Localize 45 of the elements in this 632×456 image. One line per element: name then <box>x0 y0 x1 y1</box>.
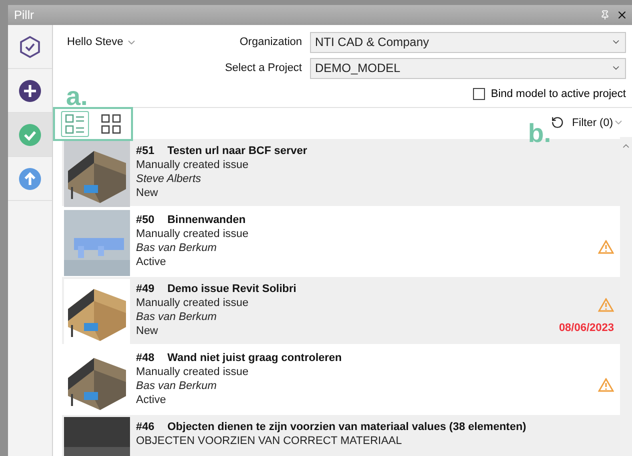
issue-author: Bas van Berkum <box>136 242 218 254</box>
issue-title: Objecten dienen te zijn voorzien van materiaal values (38 elementen) <box>167 421 526 433</box>
issue-number: #51 <box>136 145 154 157</box>
issue-title: Demo issue Revit Solibri <box>167 283 296 295</box>
scrollbar[interactable] <box>620 137 632 456</box>
bind-checkbox[interactable] <box>472 88 485 100</box>
list-view-icon <box>65 114 85 134</box>
due-date: 08/06/2023 <box>558 322 614 334</box>
issue-description: Manually created issue <box>136 159 250 171</box>
issue-number: #46 <box>136 421 154 433</box>
add-icon[interactable] <box>19 80 41 102</box>
issue-number: #50 <box>136 214 154 226</box>
issue-number: #49 <box>136 283 154 295</box>
annotation-label: a. <box>66 83 88 109</box>
issue-number: #48 <box>136 352 154 364</box>
refresh-icon[interactable] <box>551 116 564 129</box>
issue-row[interactable]: #46 Objecten dienen te zijn voorzien van materiaal values (38 elementen) OBJECTEN VOORZIEN VAN CORRECT MATERIAAL <box>62 415 620 456</box>
filter-button[interactable]: Filter (0) <box>572 116 613 128</box>
issue-status: Active <box>136 256 167 268</box>
hexagon-check-icon[interactable] <box>20 36 40 58</box>
bind-label: Bind model to active project <box>490 88 626 100</box>
organization-select[interactable]: NTI CAD & Company <box>310 32 626 52</box>
issue-description: Manually created issue <box>136 297 250 309</box>
issue-status: New <box>136 187 160 199</box>
issue-description: Manually created issue <box>136 228 250 240</box>
window-title: Pillr <box>14 8 35 22</box>
issue-author: Steve Alberts <box>136 173 202 185</box>
close-icon[interactable] <box>616 9 628 21</box>
grid-view-icon <box>101 114 121 134</box>
issue-title: Wand niet juist graag controleren <box>167 352 342 364</box>
project-label: Select a Project <box>224 62 302 74</box>
issue-title: Binnenwanden <box>167 214 246 226</box>
check-circle-icon[interactable] <box>19 124 41 146</box>
project-select[interactable]: DEMO_MODEL <box>310 58 626 78</box>
issue-row[interactable]: #49 Demo issue Revit Solibri Manually created issue Bas van Berkum New 08/06/2023 <box>62 277 620 344</box>
greeting-menu[interactable]: Hello Steve <box>67 36 217 48</box>
issue-status: Active <box>136 394 167 406</box>
issue-title: Testen url naar BCF server <box>167 145 308 157</box>
organization-label: Organization <box>238 36 302 48</box>
issue-author: Bas van Berkum <box>136 380 218 392</box>
issue-description: Manually created issue <box>136 366 250 378</box>
upload-icon[interactable] <box>19 168 41 190</box>
issue-status: New <box>136 325 160 337</box>
issue-description: OBJECTEN VOORZIEN VAN CORRECT MATERIAAL <box>136 435 403 447</box>
issue-author: Bas van Berkum <box>136 311 218 323</box>
